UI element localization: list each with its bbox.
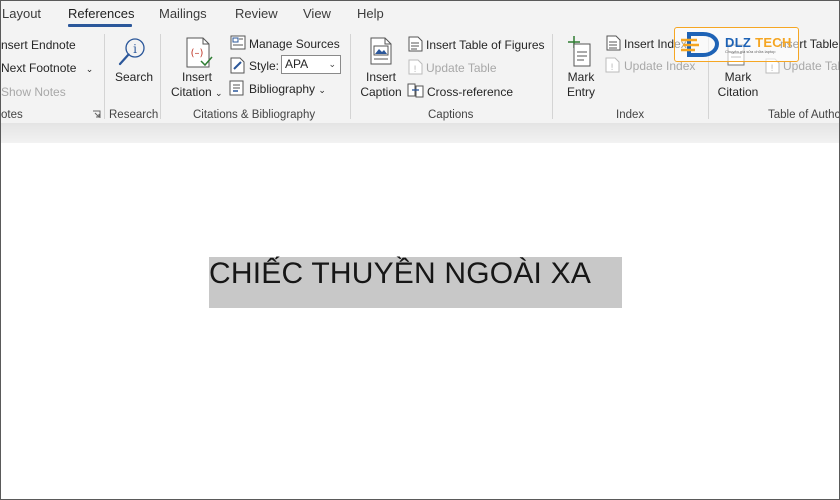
bibliography-icon[interactable] (229, 80, 246, 96)
group-label-research: Research (109, 109, 159, 121)
mark-entry-label-2[interactable]: Entry (559, 85, 603, 99)
insert-caption-icon[interactable] (369, 36, 393, 66)
tab-layout[interactable]: Layout (2, 6, 41, 21)
brand-tech: TECH (755, 35, 792, 50)
tab-view[interactable]: View (303, 6, 331, 21)
dialog-launcher-icon[interactable] (92, 110, 101, 119)
insert-citation-label-2: Citation (171, 85, 212, 99)
insert-table-of-figures-button[interactable]: Insert Table of Figures (426, 38, 545, 52)
update-table-button[interactable]: Update Table (426, 61, 497, 75)
insert-index-icon[interactable] (606, 35, 621, 51)
group-separator (104, 34, 105, 119)
ribbon-tab-bar: Layout References Mailings Review View H… (1, 1, 839, 28)
tab-help[interactable]: Help (357, 6, 384, 21)
search-icon[interactable]: i (117, 36, 149, 68)
mark-citation-label-2[interactable]: Citation (713, 85, 763, 99)
document-page[interactable] (1, 143, 839, 499)
cross-reference-icon[interactable] (407, 83, 424, 98)
dlz-logo-icon (681, 32, 720, 57)
group-label-captions: Captions (428, 109, 474, 121)
insert-citation-icon[interactable]: (–) (184, 36, 214, 70)
mark-entry-icon[interactable] (566, 34, 594, 68)
ribbon-shadow (1, 123, 839, 143)
insert-citation-button[interactable]: Citation ⌄ (171, 85, 223, 100)
document-title-text[interactable]: CHIẾC THUYỀN NGOÀI XA (209, 257, 591, 291)
svg-text:i: i (133, 42, 137, 56)
insert-endnote-button[interactable]: nsert Endnote (1, 38, 76, 52)
group-separator (350, 34, 351, 119)
dlz-tech-tagline: Chuyên gia sửa chữa laptop (725, 49, 776, 54)
svg-text:(–): (–) (191, 48, 204, 59)
insert-caption-label-2[interactable]: Caption (357, 85, 405, 99)
style-dropdown-value: APA (285, 57, 309, 71)
chevron-down-icon: ⌄ (85, 64, 94, 74)
manage-sources-button[interactable]: Manage Sources (249, 37, 340, 51)
insert-citation-label-1[interactable]: Insert (172, 70, 222, 84)
group-separator (160, 34, 161, 119)
manage-sources-icon[interactable] (230, 35, 246, 50)
chevron-down-icon: ⌄ (215, 88, 223, 98)
dlz-tech-watermark-logo: DLZ TECH Chuyên gia sửa chữa laptop (674, 27, 799, 62)
svg-text:!: ! (770, 64, 774, 74)
update-table-icon[interactable]: ! (408, 59, 423, 75)
group-label-footnotes: otes (1, 109, 23, 121)
group-label-table-of-authorities: Table of Authc (768, 109, 840, 121)
group-label-citations: Citations & Bibliography (193, 109, 316, 121)
table-of-figures-icon[interactable] (408, 36, 423, 52)
svg-text:!: ! (413, 65, 417, 75)
cross-reference-button[interactable]: Cross-reference (427, 85, 513, 99)
search-button-label[interactable]: Search (115, 70, 153, 84)
update-index-icon[interactable]: ! (605, 57, 620, 73)
group-label-index: Index (616, 109, 645, 121)
mark-citation-label-1[interactable]: Mark (715, 70, 761, 84)
show-notes-button[interactable]: Show Notes (1, 85, 66, 99)
dlz-tech-brand-text: DLZ TECH (725, 35, 792, 50)
next-footnote-button[interactable]: Next Footnote ⌄ (1, 61, 93, 76)
mark-entry-label-1[interactable]: Mark (559, 70, 603, 84)
next-footnote-label: Next Footnote (1, 61, 77, 75)
tab-references[interactable]: References (68, 6, 134, 21)
tab-mailings[interactable]: Mailings (159, 6, 207, 21)
style-label: Style: (249, 59, 280, 73)
chevron-down-icon: ⌄ (328, 59, 336, 69)
bibliography-button[interactable]: Bibliography ⌄ (249, 82, 326, 97)
group-separator (552, 34, 553, 119)
style-icon (230, 57, 245, 74)
active-tab-indicator (68, 24, 132, 27)
brand-dlz: DLZ (725, 35, 756, 50)
svg-text:!: ! (610, 63, 614, 73)
text-selection-highlight[interactable]: CHIẾC THUYỀN NGOÀI XA (209, 257, 622, 308)
insert-caption-label-1[interactable]: Insert (357, 70, 405, 84)
chevron-down-icon: ⌄ (318, 85, 326, 95)
word-window: Layout References Mailings Review View H… (0, 0, 840, 500)
tab-review[interactable]: Review (235, 6, 278, 21)
style-dropdown[interactable]: APA ⌄ (281, 55, 341, 74)
bibliography-label: Bibliography (249, 82, 316, 96)
